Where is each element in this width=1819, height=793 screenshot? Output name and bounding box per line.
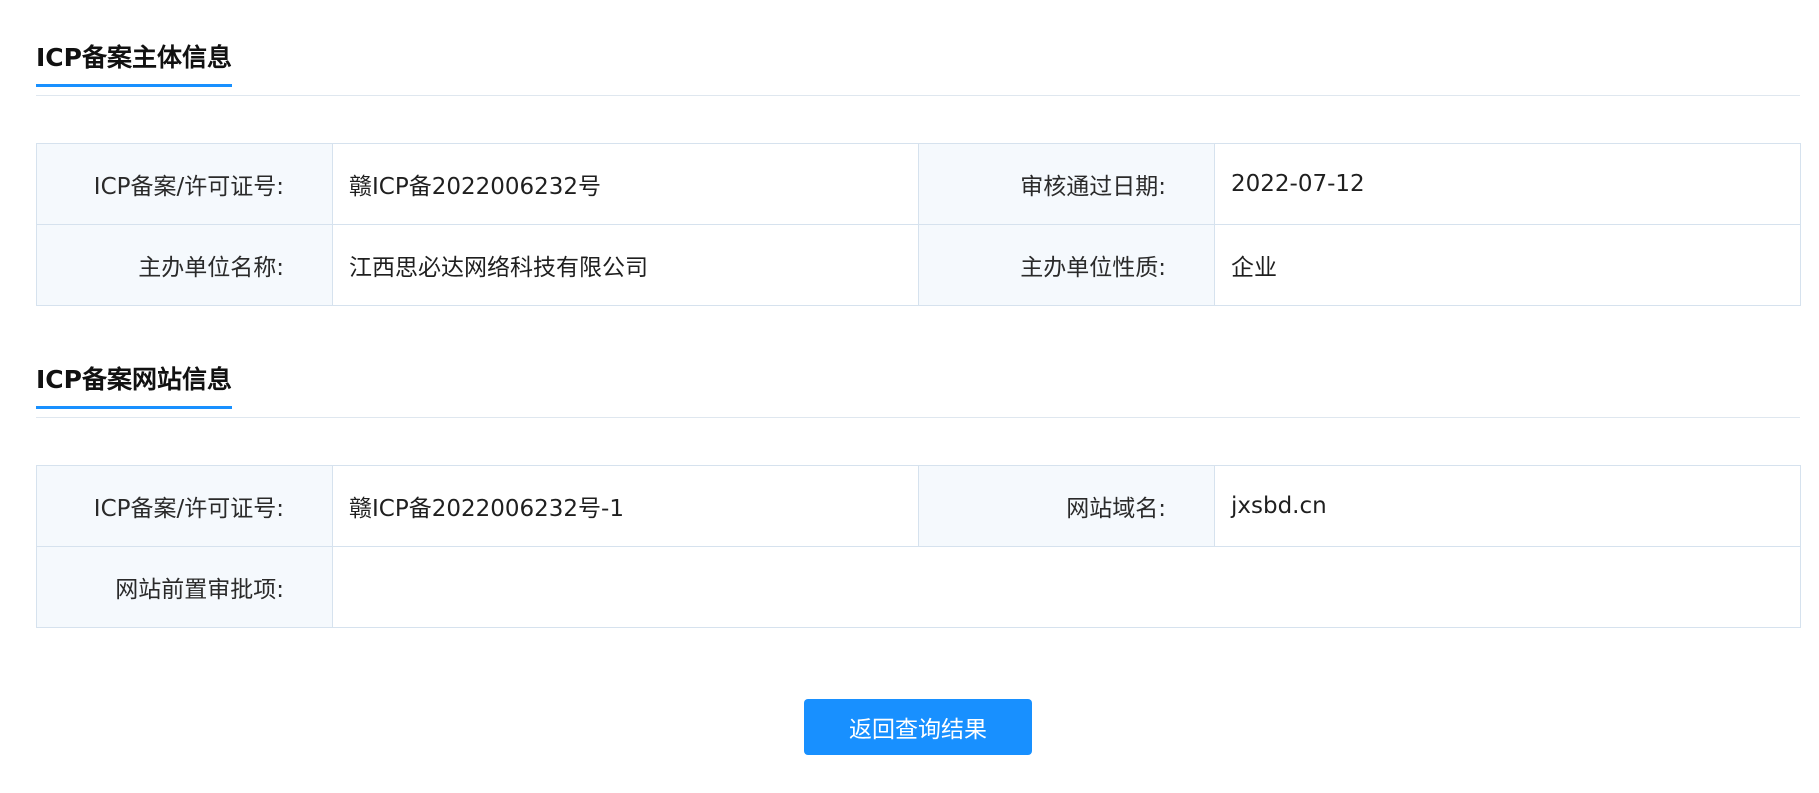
organizer-nature-label: 主办单位性质: (918, 224, 1215, 306)
subject-section-title: ICP备案主体信息 (36, 40, 232, 87)
table-row: ICP备案/许可证号: 赣ICP备2022006232号 审核通过日期: 202… (36, 143, 1801, 225)
subject-info-table: ICP备案/许可证号: 赣ICP备2022006232号 审核通过日期: 202… (36, 143, 1801, 306)
pre-approval-value (332, 546, 1801, 628)
pre-approval-label: 网站前置审批项: (36, 546, 333, 628)
approval-date-value: 2022-07-12 (1214, 143, 1801, 225)
website-section-title: ICP备案网站信息 (36, 362, 232, 409)
return-to-results-button[interactable]: 返回查询结果 (804, 699, 1032, 755)
license-number-label: ICP备案/许可证号: (36, 143, 333, 225)
organizer-name-value: 江西思必达网络科技有限公司 (332, 224, 919, 306)
approval-date-label: 审核通过日期: (918, 143, 1215, 225)
website-section-header: ICP备案网站信息 (36, 362, 1800, 418)
website-license-number-label: ICP备案/许可证号: (36, 465, 333, 547)
table-row: 主办单位名称: 江西思必达网络科技有限公司 主办单位性质: 企业 (36, 224, 1801, 306)
subject-section-header: ICP备案主体信息 (36, 40, 1800, 96)
domain-value: jxsbd.cn (1214, 465, 1801, 547)
organizer-name-label: 主办单位名称: (36, 224, 333, 306)
domain-label: 网站域名: (918, 465, 1215, 547)
website-license-number-value: 赣ICP备2022006232号-1 (332, 465, 919, 547)
license-number-value: 赣ICP备2022006232号 (332, 143, 919, 225)
website-info-table: ICP备案/许可证号: 赣ICP备2022006232号-1 网站域名: jxs… (36, 465, 1801, 628)
organizer-nature-value: 企业 (1214, 224, 1801, 306)
icp-record-detail-page: ICP备案主体信息 ICP备案/许可证号: 赣ICP备2022006232号 审… (0, 0, 1819, 793)
table-row: 网站前置审批项: (36, 546, 1801, 628)
table-row: ICP备案/许可证号: 赣ICP备2022006232号-1 网站域名: jxs… (36, 465, 1801, 547)
